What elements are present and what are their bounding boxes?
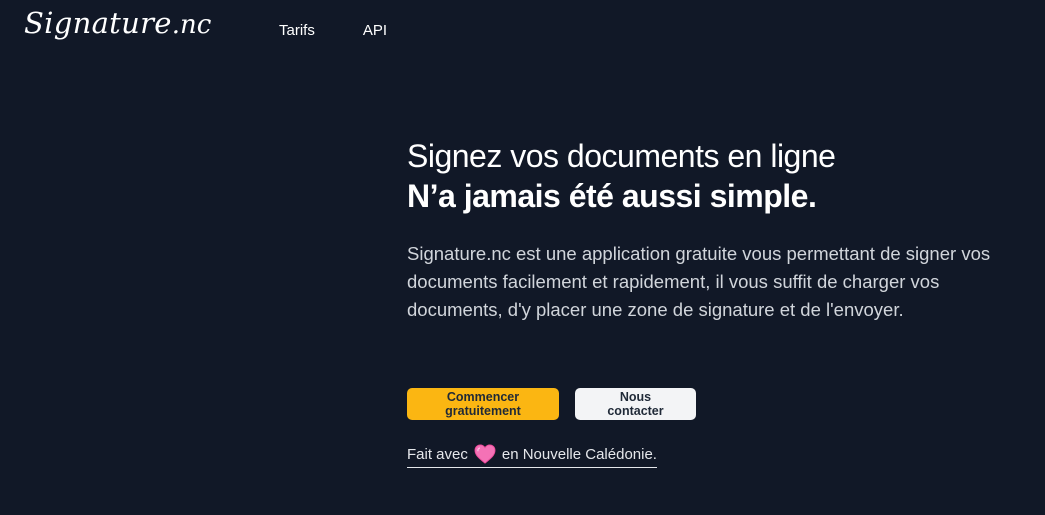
logo-text: Signature [24,6,172,40]
hero-description: Signature.nc est une application gratuit… [407,243,991,320]
hero-headline: Signez vos documents en ligne [407,138,836,174]
main-nav: Tarifs API [279,22,387,39]
nav-link-api[interactable]: API [363,22,387,39]
hero-buttons: Commencer gratuitement Nous contacter [407,388,696,420]
contact-button[interactable]: Nous contacter [575,388,696,420]
logo-link[interactable]: Signature .nc [24,6,211,50]
start-free-button[interactable]: Commencer gratuitement [407,388,559,420]
hero-subheadline: N’a jamais été aussi simple. [407,178,817,214]
logo-tld: .nc [171,10,212,40]
page: Signature .nc Tarifs API Signez vos docu… [0,0,1045,515]
hero-section: Signez vos documents en ligne N’a jamais… [407,136,1027,343]
made-with-suffix: en Nouvelle Calédonie. [501,445,657,463]
heart-icon [474,444,496,464]
nav-link-tarifs[interactable]: Tarifs [279,22,315,39]
made-with-love-link[interactable]: Fait avec en Nouvelle Calédonie. [407,444,657,468]
made-with-prefix: Fait avec [407,445,468,463]
